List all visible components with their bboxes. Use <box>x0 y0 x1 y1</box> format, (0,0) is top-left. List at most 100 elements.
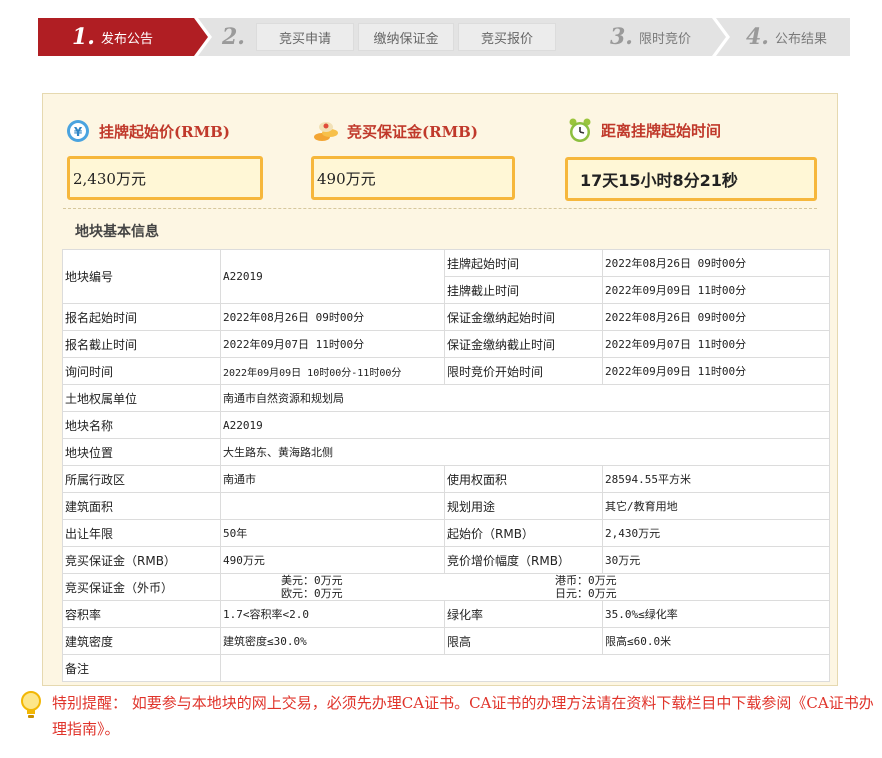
table-row: 建筑密度 建筑密度≤30.0% 限高 限高≤60.0米 <box>62 627 830 655</box>
table-label: 竞价增价幅度（RMB） <box>444 546 603 574</box>
fx-eur: 欧元：0万元 <box>281 587 343 600</box>
lightbulb-icon <box>21 691 41 718</box>
table-value: 30万元 <box>602 546 830 574</box>
step-label: 限时竞价 <box>638 31 691 47</box>
table-value: A22019 <box>220 411 830 439</box>
table-value <box>220 492 445 520</box>
table-label: 土地权属单位 <box>62 384 221 412</box>
step-publish-notice: 1. 发布公告 <box>38 18 208 56</box>
table-row: 土地权属单位 南通市自然资源和规划局 <box>62 384 830 412</box>
countdown-title: 距离挂牌起始时间 <box>601 121 722 140</box>
step-announce-result: 4. 公布结果 <box>716 18 850 56</box>
sub-step-bid-application[interactable]: 竞买申请 <box>256 23 354 51</box>
table-value: 限高≤60.0米 <box>602 627 830 655</box>
deposit-title: 竞买保证金(RMB) <box>347 122 478 141</box>
ca-certificate-reminder: 特别提醒： 如要参与本地块的网上交易，必须先办理CA证书。CA证书的办理方法请在… <box>18 690 882 742</box>
land-info-panel: ¥ 挂牌起始价(RMB) 2,430万元 竞买保证金(RMB) 490万元 距离… <box>42 93 838 686</box>
table-row: 地块编号 A22019 挂牌起始时间 2022年08月26日 09时00分 <box>62 249 830 304</box>
table-value: 50年 <box>220 519 445 547</box>
table-value: 28594.55平方米 <box>602 465 830 493</box>
deposit-value: 490万元 <box>317 169 376 188</box>
start-price-box: 2,430万元 <box>67 156 263 200</box>
step-number: 2. <box>222 24 245 50</box>
table-label: 报名截止时间 <box>62 330 221 358</box>
table-value <box>220 654 830 682</box>
table-label: 建筑密度 <box>62 627 221 655</box>
table-label: 地块名称 <box>62 411 221 439</box>
table-row: 竞买保证金（外币） 美元：0万元 港币：0万元 欧元：0万元 日元：0万元 <box>62 573 830 601</box>
step-label: 公布结果 <box>774 31 827 47</box>
table-value: 490万元 <box>220 546 445 574</box>
reminder-text: 特别提醒： 如要参与本地块的网上交易，必须先办理CA证书。CA证书的办理方法请在… <box>52 694 874 738</box>
start-price-header: ¥ 挂牌起始价(RMB) <box>65 118 230 144</box>
section-title: 地块基本信息 <box>75 224 159 240</box>
money-icon: ¥ <box>67 120 89 142</box>
table-label: 限高 <box>444 627 603 655</box>
table-row: 报名截止时间 2022年09月07日 11时00分 保证金缴纳截止时间 2022… <box>62 330 830 358</box>
table-label: 竞买保证金（RMB） <box>62 546 221 574</box>
land-info-table: 地块编号 A22019 挂牌起始时间 2022年08月26日 09时00分 挂牌… <box>62 249 830 682</box>
svg-text:¥: ¥ <box>74 125 83 139</box>
table-value: 南通市 <box>220 465 445 493</box>
gold-coins-icon <box>314 122 338 141</box>
table-label: 竞买保证金（外币） <box>62 573 221 601</box>
table-value: 2022年09月07日 11时00分 <box>220 330 445 358</box>
table-value: 2022年09月09日 11时00分 <box>602 357 830 385</box>
table-value: 2022年09月09日 10时00分-11时00分 <box>220 357 445 385</box>
fx-deposit-grid: 美元：0万元 港币：0万元 欧元：0万元 日元：0万元 <box>223 574 829 600</box>
table-label: 规划用途 <box>444 492 603 520</box>
alarm-clock-icon <box>569 118 591 142</box>
step-label: 发布公告 <box>100 31 153 47</box>
deposit-box: 490万元 <box>311 156 515 200</box>
table-label: 地块编号 <box>62 249 221 304</box>
fx-usd: 美元：0万元 <box>281 574 343 588</box>
start-price-value: 2,430万元 <box>73 169 146 188</box>
table-value: 35.0%≤绿化率 <box>602 600 830 628</box>
countdown-header: 距离挂牌起始时间 <box>567 117 721 143</box>
step-number: 3. <box>610 24 633 50</box>
table-row: 地块名称 A22019 <box>62 411 830 439</box>
step-number: 1. <box>72 24 95 50</box>
countdown-value: 17天15小时8分21秒 <box>580 171 738 190</box>
table-label: 询问时间 <box>62 357 221 385</box>
table-label: 保证金缴纳截止时间 <box>444 330 603 358</box>
countdown-box: 17天15小时8分21秒 <box>565 157 817 201</box>
table-row: 询问时间 2022年09月09日 10时00分-11时00分 限时竞价开始时间 … <box>62 357 830 385</box>
table-value: 1.7<容积率<2.0 <box>220 600 445 628</box>
table-label: 使用权面积 <box>444 465 603 493</box>
deposit-header: 竞买保证金(RMB) <box>313 118 478 144</box>
table-label: 所属行政区 <box>62 465 221 493</box>
table-label: 备注 <box>62 654 221 682</box>
table-value: 2,430万元 <box>602 519 830 547</box>
table-label: 起始价（RMB） <box>444 519 603 547</box>
table-value: 2022年09月09日 11时00分 <box>602 276 830 304</box>
start-price-title: 挂牌起始价(RMB) <box>99 122 230 141</box>
table-label: 挂牌起始时间 <box>444 249 603 277</box>
fx-hkd: 港币：0万元 <box>555 574 617 588</box>
sub-step-pay-deposit[interactable]: 缴纳保证金 <box>358 23 454 51</box>
table-label: 报名起始时间 <box>62 303 221 331</box>
table-row: 所属行政区 南通市 使用权面积 28594.55平方米 <box>62 465 830 493</box>
table-label: 挂牌截止时间 <box>444 276 603 304</box>
table-row: 容积率 1.7<容积率<2.0 绿化率 35.0%≤绿化率 <box>62 600 830 628</box>
table-label: 限时竞价开始时间 <box>444 357 603 385</box>
table-row: 建筑面积 规划用途 其它/教育用地 <box>62 492 830 520</box>
table-value: 建筑密度≤30.0% <box>220 627 445 655</box>
table-label: 出让年限 <box>62 519 221 547</box>
sub-step-bid-quote[interactable]: 竞买报价 <box>458 23 556 51</box>
table-value: 2022年08月26日 09时00分 <box>602 249 830 277</box>
fx-jpy: 日元：0万元 <box>555 587 617 600</box>
table-row: 地块位置 大生路东、黄海路北侧 <box>62 438 830 466</box>
table-label: 绿化率 <box>444 600 603 628</box>
table-value: A22019 <box>220 249 445 304</box>
table-label: 建筑面积 <box>62 492 221 520</box>
table-label: 地块位置 <box>62 438 221 466</box>
table-value: 2022年08月26日 09时00分 <box>602 303 830 331</box>
table-row: 出让年限 50年 起始价（RMB） 2,430万元 <box>62 519 830 547</box>
table-row: 备注 <box>62 654 830 682</box>
step-timed-bidding: 3. 限时竞价 <box>576 18 726 56</box>
divider <box>63 208 817 209</box>
table-value: 大生路东、黄海路北侧 <box>220 438 830 466</box>
step-number: 4. <box>746 24 769 50</box>
progress-steps: 1. 发布公告 2. 竞买申请 缴纳保证金 竞买报价 3. 限时竞价 4. 公布… <box>38 18 850 56</box>
